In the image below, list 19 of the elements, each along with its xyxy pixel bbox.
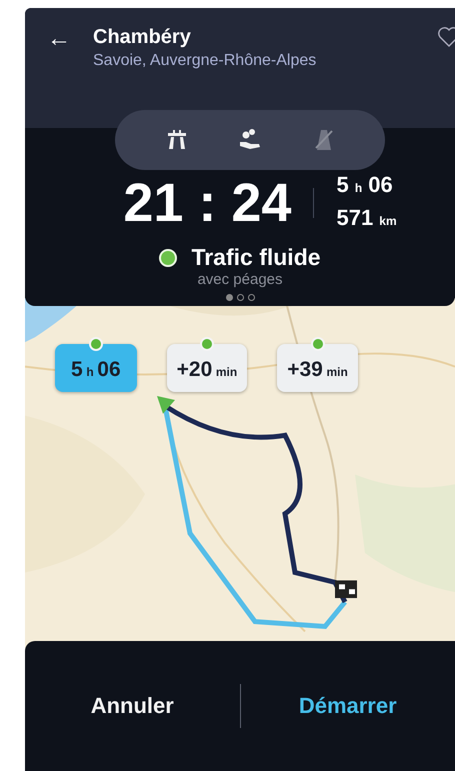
destination-region: Savoie, Auvergne-Rhône-Alpes [93, 52, 318, 70]
back-button[interactable]: ← [47, 26, 71, 52]
start-button[interactable]: Démarrer [240, 683, 455, 729]
favorite-icon[interactable] [437, 26, 455, 48]
page-indicator[interactable] [236, 294, 244, 301]
trip-duration: 5 h 06 [336, 171, 394, 199]
page-indicator[interactable] [248, 294, 254, 301]
page-indicator[interactable] [226, 294, 232, 301]
traffic-status: Trafic fluide [191, 244, 321, 271]
route-option-button[interactable]: +39 min [277, 344, 358, 392]
toll-icon[interactable] [238, 128, 262, 152]
route-option-button[interactable]: 5 h 06 [55, 344, 137, 392]
route-note: avec péages [197, 271, 283, 288]
trip-distance: 571 km [336, 204, 397, 232]
traffic-dot [159, 248, 178, 266]
cancel-button[interactable]: Annuler [25, 683, 240, 729]
destination-title: Chambéry [93, 26, 192, 49]
arrival-time: 21 : 24 [123, 172, 292, 234]
route-option-button[interactable]: +20 min [166, 344, 248, 392]
